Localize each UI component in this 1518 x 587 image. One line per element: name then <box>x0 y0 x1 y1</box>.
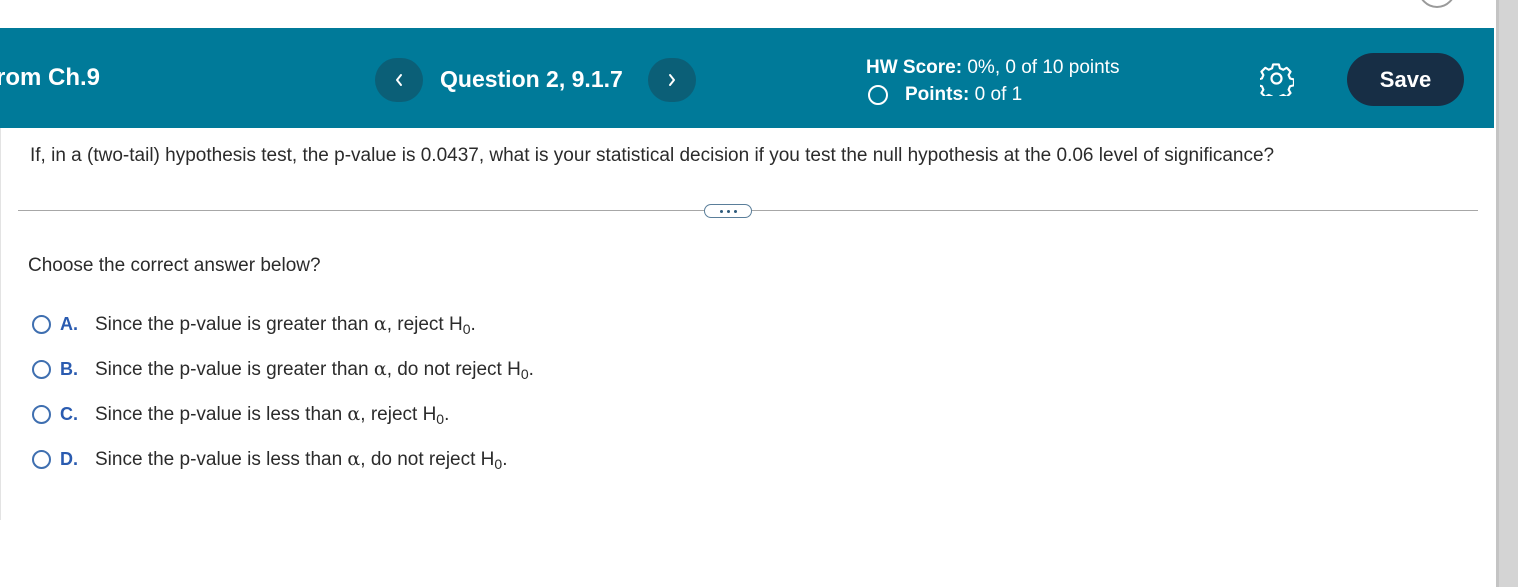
dot-icon <box>719 209 723 213</box>
page: rom Ch.9 Question 2, 9.1.7 HW Score: 0%,… <box>0 0 1496 587</box>
option-letter: C. <box>60 403 78 424</box>
question-text: If, in a (two-tail) hypothesis test, the… <box>30 145 1275 166</box>
option-text: Since the p-value is greater than α, do … <box>95 357 534 382</box>
vertical-scrollbar[interactable] <box>1496 0 1518 587</box>
option-text: Since the p-value is greater than α, rej… <box>95 312 476 337</box>
chevron-left-icon <box>396 74 402 86</box>
question-header: rom Ch.9 Question 2, 9.1.7 HW Score: 0%,… <box>0 28 1494 128</box>
radio-button[interactable] <box>32 314 51 334</box>
score-summary: HW Score: 0%, 0 of 10 points Points: 0 o… <box>866 54 1119 108</box>
dot-icon <box>733 209 737 213</box>
option-letter: A. <box>60 313 78 334</box>
chevron-right-icon <box>669 74 675 86</box>
more-options-button[interactable] <box>704 204 752 218</box>
dot-icon <box>726 209 730 213</box>
radio-button[interactable] <box>32 449 51 469</box>
hw-score: HW Score: 0%, 0 of 10 points <box>866 57 1120 78</box>
partial-circle-icon <box>1418 0 1456 8</box>
question-label: Question 2, 9.1.7 <box>440 66 623 92</box>
option-letter: B. <box>60 358 78 379</box>
points-score: Points: 0 of 1 <box>866 81 1119 108</box>
answer-option-a[interactable]: A. Since the p-value is greater than α, … <box>32 309 476 339</box>
left-border <box>0 128 1 520</box>
option-letter: D. <box>60 448 78 469</box>
option-text: Since the p-value is less than α, reject… <box>95 402 450 427</box>
answer-option-c[interactable]: C. Since the p-value is less than α, rej… <box>32 399 449 429</box>
settings-button[interactable] <box>1256 62 1296 102</box>
radio-button[interactable] <box>32 359 51 379</box>
assignment-title: rom Ch.9 <box>0 64 101 91</box>
instruction-text: Choose the correct answer below? <box>28 255 321 276</box>
gear-icon <box>1256 63 1296 102</box>
radio-button[interactable] <box>32 404 51 424</box>
status-circle-icon <box>868 85 888 105</box>
answer-option-d[interactable]: D. Since the p-value is less than α, do … <box>32 444 507 474</box>
answer-option-b[interactable]: B. Since the p-value is greater than α, … <box>32 354 534 384</box>
next-question-button[interactable] <box>648 58 696 102</box>
previous-question-button[interactable] <box>375 58 423 102</box>
save-button[interactable]: Save <box>1347 53 1464 106</box>
option-text: Since the p-value is less than α, do not… <box>95 447 508 472</box>
top-strip <box>0 0 1496 28</box>
scrollbar-edge <box>1496 0 1499 587</box>
